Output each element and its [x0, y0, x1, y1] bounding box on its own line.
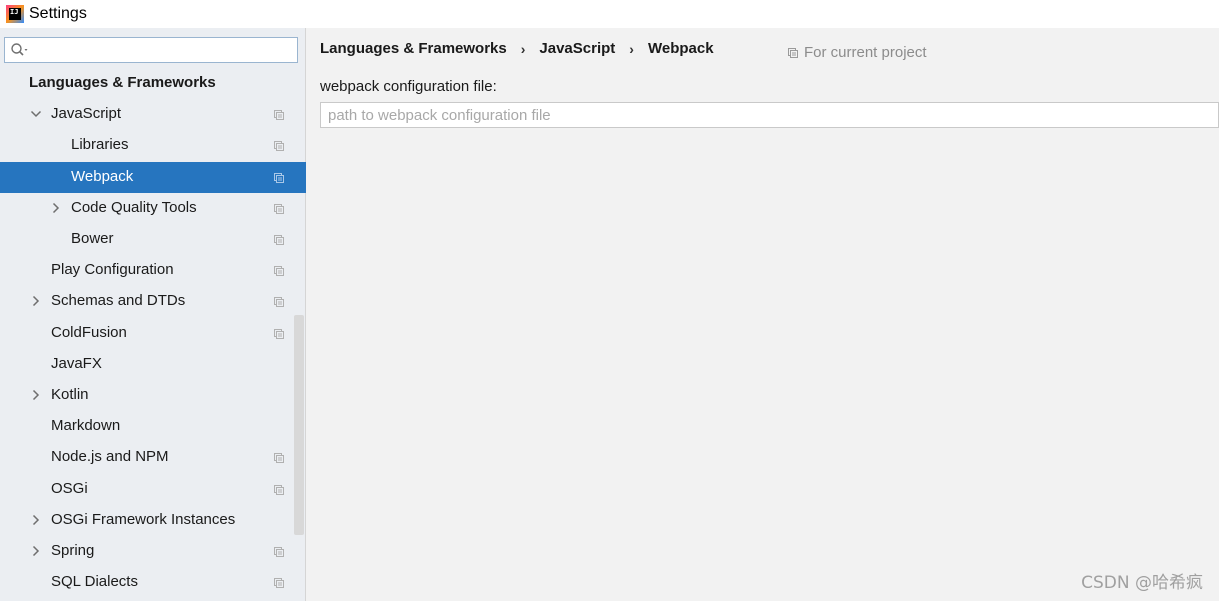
- sidebar-item-coldfusion[interactable]: ColdFusion: [0, 318, 306, 349]
- breadcrumb: Languages & Frameworks › JavaScript › We…: [320, 40, 714, 57]
- window-title: Settings: [29, 5, 87, 22]
- search-input[interactable]: [30, 39, 297, 61]
- search-box[interactable]: [4, 37, 298, 63]
- project-scope-icon: [274, 173, 284, 183]
- sidebar-item-play-configuration[interactable]: Play Configuration: [0, 255, 306, 286]
- sidebar-item-label: Play Configuration: [51, 261, 174, 278]
- sidebar-item-webpack[interactable]: Webpack: [0, 162, 306, 193]
- sidebar-item-osgi[interactable]: OSGi: [0, 474, 306, 505]
- sidebar-item-label: Webpack: [71, 168, 134, 185]
- project-scope-icon: [274, 235, 284, 245]
- project-scope-icon: [274, 110, 284, 120]
- chevron-right-icon[interactable]: [30, 514, 42, 526]
- project-scope-icon: [274, 141, 284, 151]
- sidebar-item-osgi-framework-instances[interactable]: OSGi Framework Instances: [0, 505, 306, 536]
- sidebar-item-label: Bower: [71, 230, 114, 247]
- sidebar-item-label: SQL Dialects: [51, 573, 138, 590]
- sidebar-item-label: Kotlin: [51, 386, 89, 403]
- webpack-config-label: webpack configuration file:: [320, 78, 497, 95]
- breadcrumb-separator: ›: [520, 40, 526, 57]
- sidebar-item-sql-dialects[interactable]: SQL Dialects: [0, 567, 306, 598]
- project-scope-icon: [788, 47, 798, 58]
- chevron-down-icon[interactable]: [30, 108, 42, 120]
- sidebar-item-label: Schemas and DTDs: [51, 292, 186, 309]
- project-scope-icon: [274, 547, 284, 557]
- sidebar-item-label: Code Quality Tools: [71, 199, 197, 216]
- sidebar-item-label: Languages & Frameworks: [29, 74, 216, 91]
- search-icon[interactable]: [10, 42, 30, 58]
- sidebar-item-label: JavaFX: [51, 355, 102, 372]
- chevron-right-icon[interactable]: [30, 545, 42, 557]
- breadcrumb-separator: ›: [629, 40, 634, 57]
- watermark: CSDN @哈希疯: [1081, 573, 1203, 593]
- sidebar-item-label: Libraries: [71, 136, 129, 153]
- project-scope-icon: [274, 578, 284, 588]
- intellij-idea-icon: IJ: [6, 5, 24, 23]
- chevron-right-icon[interactable]: [50, 202, 62, 214]
- project-scope-icon: [274, 297, 284, 307]
- sidebar-item-kotlin[interactable]: Kotlin: [0, 380, 306, 411]
- sidebar-item-javascript[interactable]: JavaScript: [0, 99, 306, 130]
- sidebar-item-schemas-and-dtds[interactable]: Schemas and DTDs: [0, 286, 306, 317]
- sidebar-item-libraries[interactable]: Libraries: [0, 130, 306, 161]
- project-scope-label: For current project: [804, 44, 927, 61]
- breadcrumb-item: Languages & Frameworks: [320, 40, 507, 57]
- sidebar-item-label: Node.js and NPM: [51, 448, 169, 465]
- sidebar-item-javafx[interactable]: JavaFX: [0, 349, 306, 380]
- project-scope-icon: [274, 485, 284, 495]
- chevron-right-icon[interactable]: [30, 295, 42, 307]
- project-scope-note: For current project: [787, 44, 927, 61]
- sidebar-scrollbar[interactable]: [294, 315, 304, 535]
- sidebar-item-languages-frameworks[interactable]: Languages & Frameworks: [0, 68, 306, 99]
- sidebar-item-label: Spring: [51, 542, 95, 559]
- sidebar-item-label: OSGi Framework Instances: [51, 511, 236, 528]
- sidebar-item-label: OSGi: [51, 480, 88, 497]
- sidebar-item-node-js-and-npm[interactable]: Node.js and NPM: [0, 442, 306, 473]
- sidebar-item-markdown[interactable]: Markdown: [0, 411, 306, 442]
- breadcrumb-item: JavaScript: [539, 40, 616, 57]
- sidebar-item-spring[interactable]: Spring: [0, 536, 306, 567]
- breadcrumb-item: Webpack: [647, 40, 714, 57]
- settings-content: Languages & Frameworks › JavaScript › We…: [307, 28, 1219, 601]
- settings-sidebar: Languages & Frameworks JavaScript Librarie…: [0, 28, 306, 601]
- webpack-config-field[interactable]: [320, 102, 1219, 128]
- sidebar-item-label: Markdown: [51, 417, 121, 434]
- sidebar-item-label: JavaScript: [51, 105, 122, 122]
- project-scope-icon: [274, 329, 284, 339]
- chevron-right-icon[interactable]: [30, 389, 42, 401]
- project-scope-icon: [274, 453, 284, 463]
- sidebar-item-code-quality-tools[interactable]: Code Quality Tools: [0, 193, 306, 224]
- sidebar-item-bower[interactable]: Bower: [0, 224, 306, 255]
- title-bar: IJ Settings: [0, 0, 1219, 28]
- sidebar-item-label: ColdFusion: [51, 324, 127, 341]
- project-scope-icon: [274, 266, 284, 276]
- project-scope-icon: [274, 204, 284, 214]
